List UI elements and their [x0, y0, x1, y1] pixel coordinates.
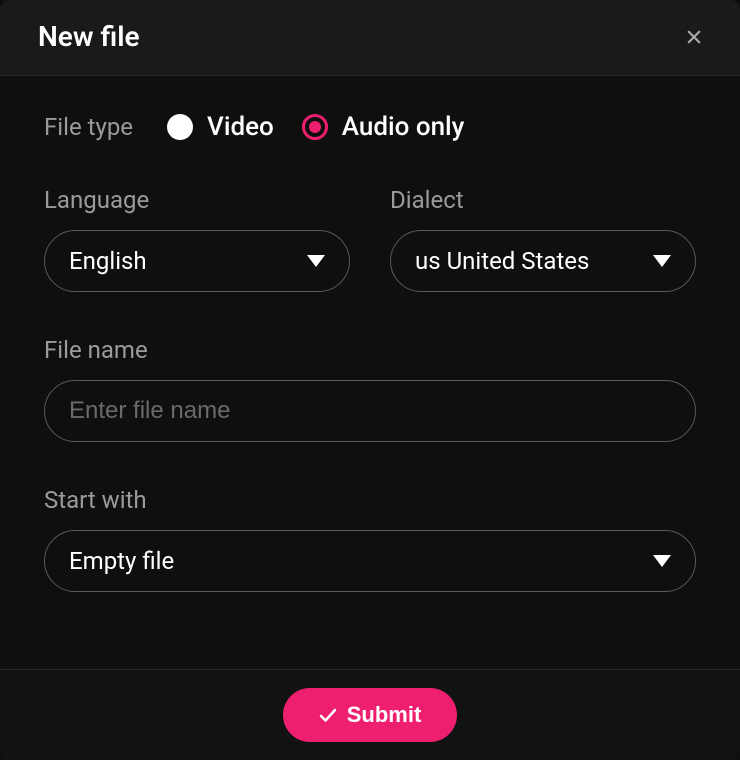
dialect-field: Dialect us United States	[390, 186, 696, 292]
radio-icon	[167, 114, 193, 140]
file-name-input[interactable]	[44, 380, 696, 442]
submit-button[interactable]: Submit	[283, 688, 458, 742]
file-name-label: File name	[44, 336, 696, 364]
close-icon	[684, 27, 704, 47]
chevron-down-icon	[653, 555, 671, 567]
submit-label: Submit	[347, 702, 422, 728]
dialect-select[interactable]: us United States	[390, 230, 696, 292]
chevron-down-icon	[307, 255, 325, 267]
dialog-footer: Submit	[0, 669, 740, 760]
file-type-radio-group: Video Audio only	[167, 112, 464, 142]
chevron-down-icon	[653, 255, 671, 267]
language-select[interactable]: English	[44, 230, 350, 292]
start-with-field: Start with Empty file	[44, 486, 696, 592]
language-field: Language English	[44, 186, 350, 292]
dialog-title: New file	[38, 20, 140, 53]
dialog-header: New file	[0, 0, 740, 76]
radio-icon-selected	[302, 114, 328, 140]
dialect-label: Dialect	[390, 186, 696, 214]
radio-option-video[interactable]: Video	[167, 112, 274, 142]
language-label: Language	[44, 186, 350, 214]
start-with-label: Start with	[44, 486, 696, 514]
check-icon	[319, 707, 337, 723]
close-button[interactable]	[680, 23, 708, 51]
file-type-row: File type Video Audio only	[44, 112, 696, 142]
radio-inner-dot	[309, 121, 321, 133]
radio-label-audio: Audio only	[342, 112, 465, 142]
file-name-field: File name	[44, 336, 696, 442]
dialog-content: File type Video Audio only Language Eng	[0, 76, 740, 669]
radio-option-audio[interactable]: Audio only	[302, 112, 465, 142]
new-file-dialog: New file File type Video Audio only	[0, 0, 740, 760]
language-value: English	[69, 247, 307, 275]
language-dialect-row: Language English Dialect us United State…	[44, 186, 696, 292]
start-with-value: Empty file	[69, 547, 653, 575]
dialect-value: us United States	[415, 247, 653, 275]
file-type-label: File type	[44, 113, 133, 141]
radio-label-video: Video	[207, 112, 274, 142]
start-with-select[interactable]: Empty file	[44, 530, 696, 592]
